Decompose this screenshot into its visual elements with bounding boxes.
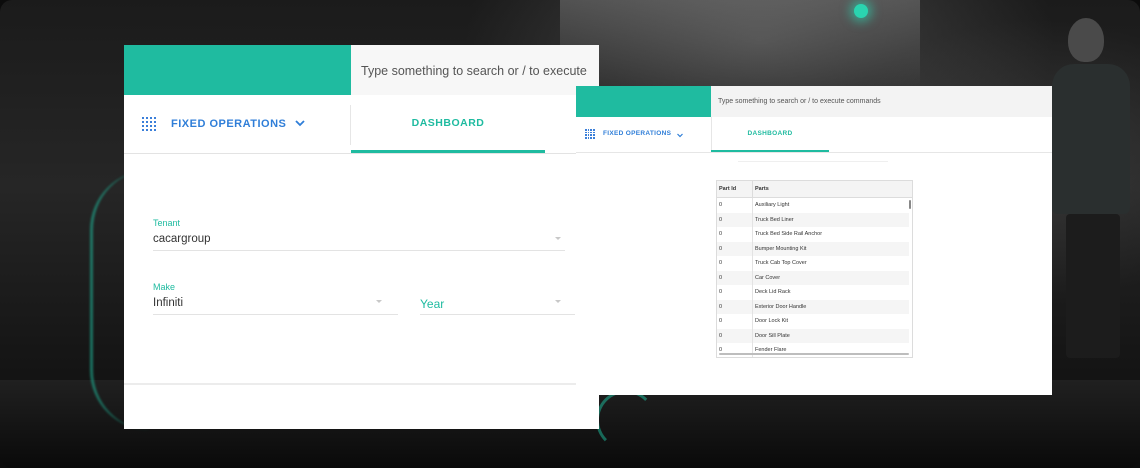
- cell-part-name: Truck Bed Liner: [755, 216, 794, 223]
- cell-part-id: 0: [719, 274, 723, 281]
- horizontal-scrollbar[interactable]: [719, 353, 909, 355]
- make-select[interactable]: Infiniti: [153, 297, 183, 309]
- column-header-parts[interactable]: Parts: [755, 186, 769, 192]
- make-underline: [153, 314, 398, 315]
- cell-separator: [752, 328, 753, 343]
- cell-separator: [752, 256, 753, 271]
- nav-bar: FIXED OPERATIONS DASHBOARD: [124, 95, 599, 154]
- make-dropdown-icon[interactable]: [376, 300, 382, 303]
- cell-part-id: 0: [719, 332, 723, 339]
- table-row[interactable]: 0 Truck Bed Side Rail Anchor: [717, 227, 909, 242]
- cell-part-id: 0: [719, 303, 723, 310]
- table-row[interactable]: 0 Car Cover: [717, 270, 909, 285]
- table-row[interactable]: 0 Truck Bed Liner: [717, 212, 909, 227]
- year-select[interactable]: Year: [420, 297, 444, 311]
- cell-separator: [752, 299, 753, 314]
- presenter-torso: [1052, 64, 1130, 214]
- cell-separator: [752, 227, 753, 242]
- cell-separator: [752, 241, 753, 256]
- table-row[interactable]: 0 Door Sill Plate: [717, 328, 909, 343]
- parts-table[interactable]: Part Id Parts 0 Auxiliary Light 0 Truck Bed…: [716, 180, 913, 358]
- presenter-figure: [1052, 18, 1132, 358]
- cell-separator: [752, 343, 753, 357]
- year-dropdown-icon[interactable]: [555, 300, 561, 303]
- cell-part-id: 0: [719, 260, 723, 266]
- vertical-scrollbar[interactable]: [909, 200, 911, 209]
- tenant-underline: [153, 250, 565, 251]
- cell-separator: [752, 285, 753, 300]
- cell-part-id: 0: [719, 202, 723, 208]
- nav-bar: FIXED OPERATIONS DASHBOARD: [576, 117, 1052, 153]
- glow-pin: [854, 4, 868, 18]
- table-row[interactable]: 0 Bumper Mounting Kit: [717, 241, 909, 256]
- tab-dashboard[interactable]: DASHBOARD: [351, 95, 545, 153]
- presenter-head: [1068, 18, 1104, 62]
- grid-icon[interactable]: [142, 117, 156, 131]
- brand-block: [124, 45, 351, 95]
- cell-part-name: Car Cover: [755, 274, 781, 281]
- cell-part-name: Door Lock Kit: [755, 318, 789, 324]
- top-bar: Type something to search or / to execute: [124, 45, 599, 95]
- module-selector-label[interactable]: FIXED OPERATIONS: [603, 130, 671, 137]
- table-row[interactable]: 0 Truck Cab Top Cover: [717, 256, 909, 271]
- column-header-part-id[interactable]: Part Id: [719, 186, 736, 192]
- cell-part-name: Truck Bed Side Rail Anchor: [755, 231, 823, 237]
- app-window-small: Type something to search or / to execute…: [576, 86, 1052, 395]
- cell-part-name: Bumper Mounting Kit: [755, 245, 807, 252]
- cell-part-name: Exterior Door Handle: [755, 303, 807, 310]
- tab-dashboard-label: DASHBOARD: [411, 117, 485, 129]
- section-divider: [738, 161, 888, 162]
- brand-block: [576, 86, 711, 117]
- tenant-dropdown-icon[interactable]: [555, 237, 561, 240]
- cell-part-id: 0: [719, 231, 723, 237]
- cell-part-id: 0: [719, 216, 723, 223]
- glow-arc: [596, 390, 656, 450]
- year-underline: [420, 314, 575, 315]
- section-divider: [124, 383, 599, 385]
- module-selector-label[interactable]: FIXED OPERATIONS: [171, 118, 286, 130]
- cell-part-name: Deck Lid Rack: [755, 289, 791, 295]
- presenter-legs: [1066, 214, 1120, 358]
- grid-icon[interactable]: [585, 129, 595, 139]
- tab-dashboard-label: DASHBOARD: [747, 130, 793, 137]
- search-input[interactable]: Type something to search or / to execute: [361, 64, 587, 78]
- cell-part-id: 0: [719, 245, 723, 252]
- tenant-label: Tenant: [153, 218, 181, 228]
- table-body: 0 Auxiliary Light 0 Truck Bed Liner 0 Truck B…: [717, 198, 912, 357]
- cell-separator: [752, 198, 753, 213]
- table-row[interactable]: 0 Auxiliary Light: [717, 198, 909, 213]
- table-row[interactable]: 0 Fender Flare: [717, 343, 909, 357]
- cell-part-name: Auxiliary Light: [755, 202, 790, 208]
- table-row[interactable]: 0 Door Lock Kit: [717, 314, 909, 329]
- column-separator[interactable]: [752, 181, 753, 198]
- cell-part-id: 0: [719, 318, 723, 324]
- cell-separator: [752, 314, 753, 329]
- cell-part-id: 0: [719, 289, 723, 295]
- tab-dashboard[interactable]: DASHBOARD: [711, 117, 829, 152]
- cell-separator: [752, 212, 753, 227]
- app-window-large: Type something to search or / to execute…: [124, 45, 599, 429]
- cell-separator: [752, 270, 753, 285]
- top-bar: Type something to search or / to execute…: [576, 86, 1052, 117]
- chevron-down-icon[interactable]: [676, 131, 684, 139]
- search-input[interactable]: Type something to search or / to execute…: [718, 98, 881, 105]
- cell-part-name: Door Sill Plate: [755, 332, 790, 339]
- chevron-down-icon[interactable]: [294, 117, 306, 129]
- tenant-select[interactable]: cacargroup: [153, 233, 211, 245]
- table-row[interactable]: 0 Exterior Door Handle: [717, 299, 909, 314]
- table-row[interactable]: 0 Deck Lid Rack: [717, 285, 909, 300]
- table-header: Part Id Parts: [717, 181, 912, 198]
- cell-part-name: Truck Cab Top Cover: [755, 260, 807, 266]
- make-label: Make: [153, 282, 176, 292]
